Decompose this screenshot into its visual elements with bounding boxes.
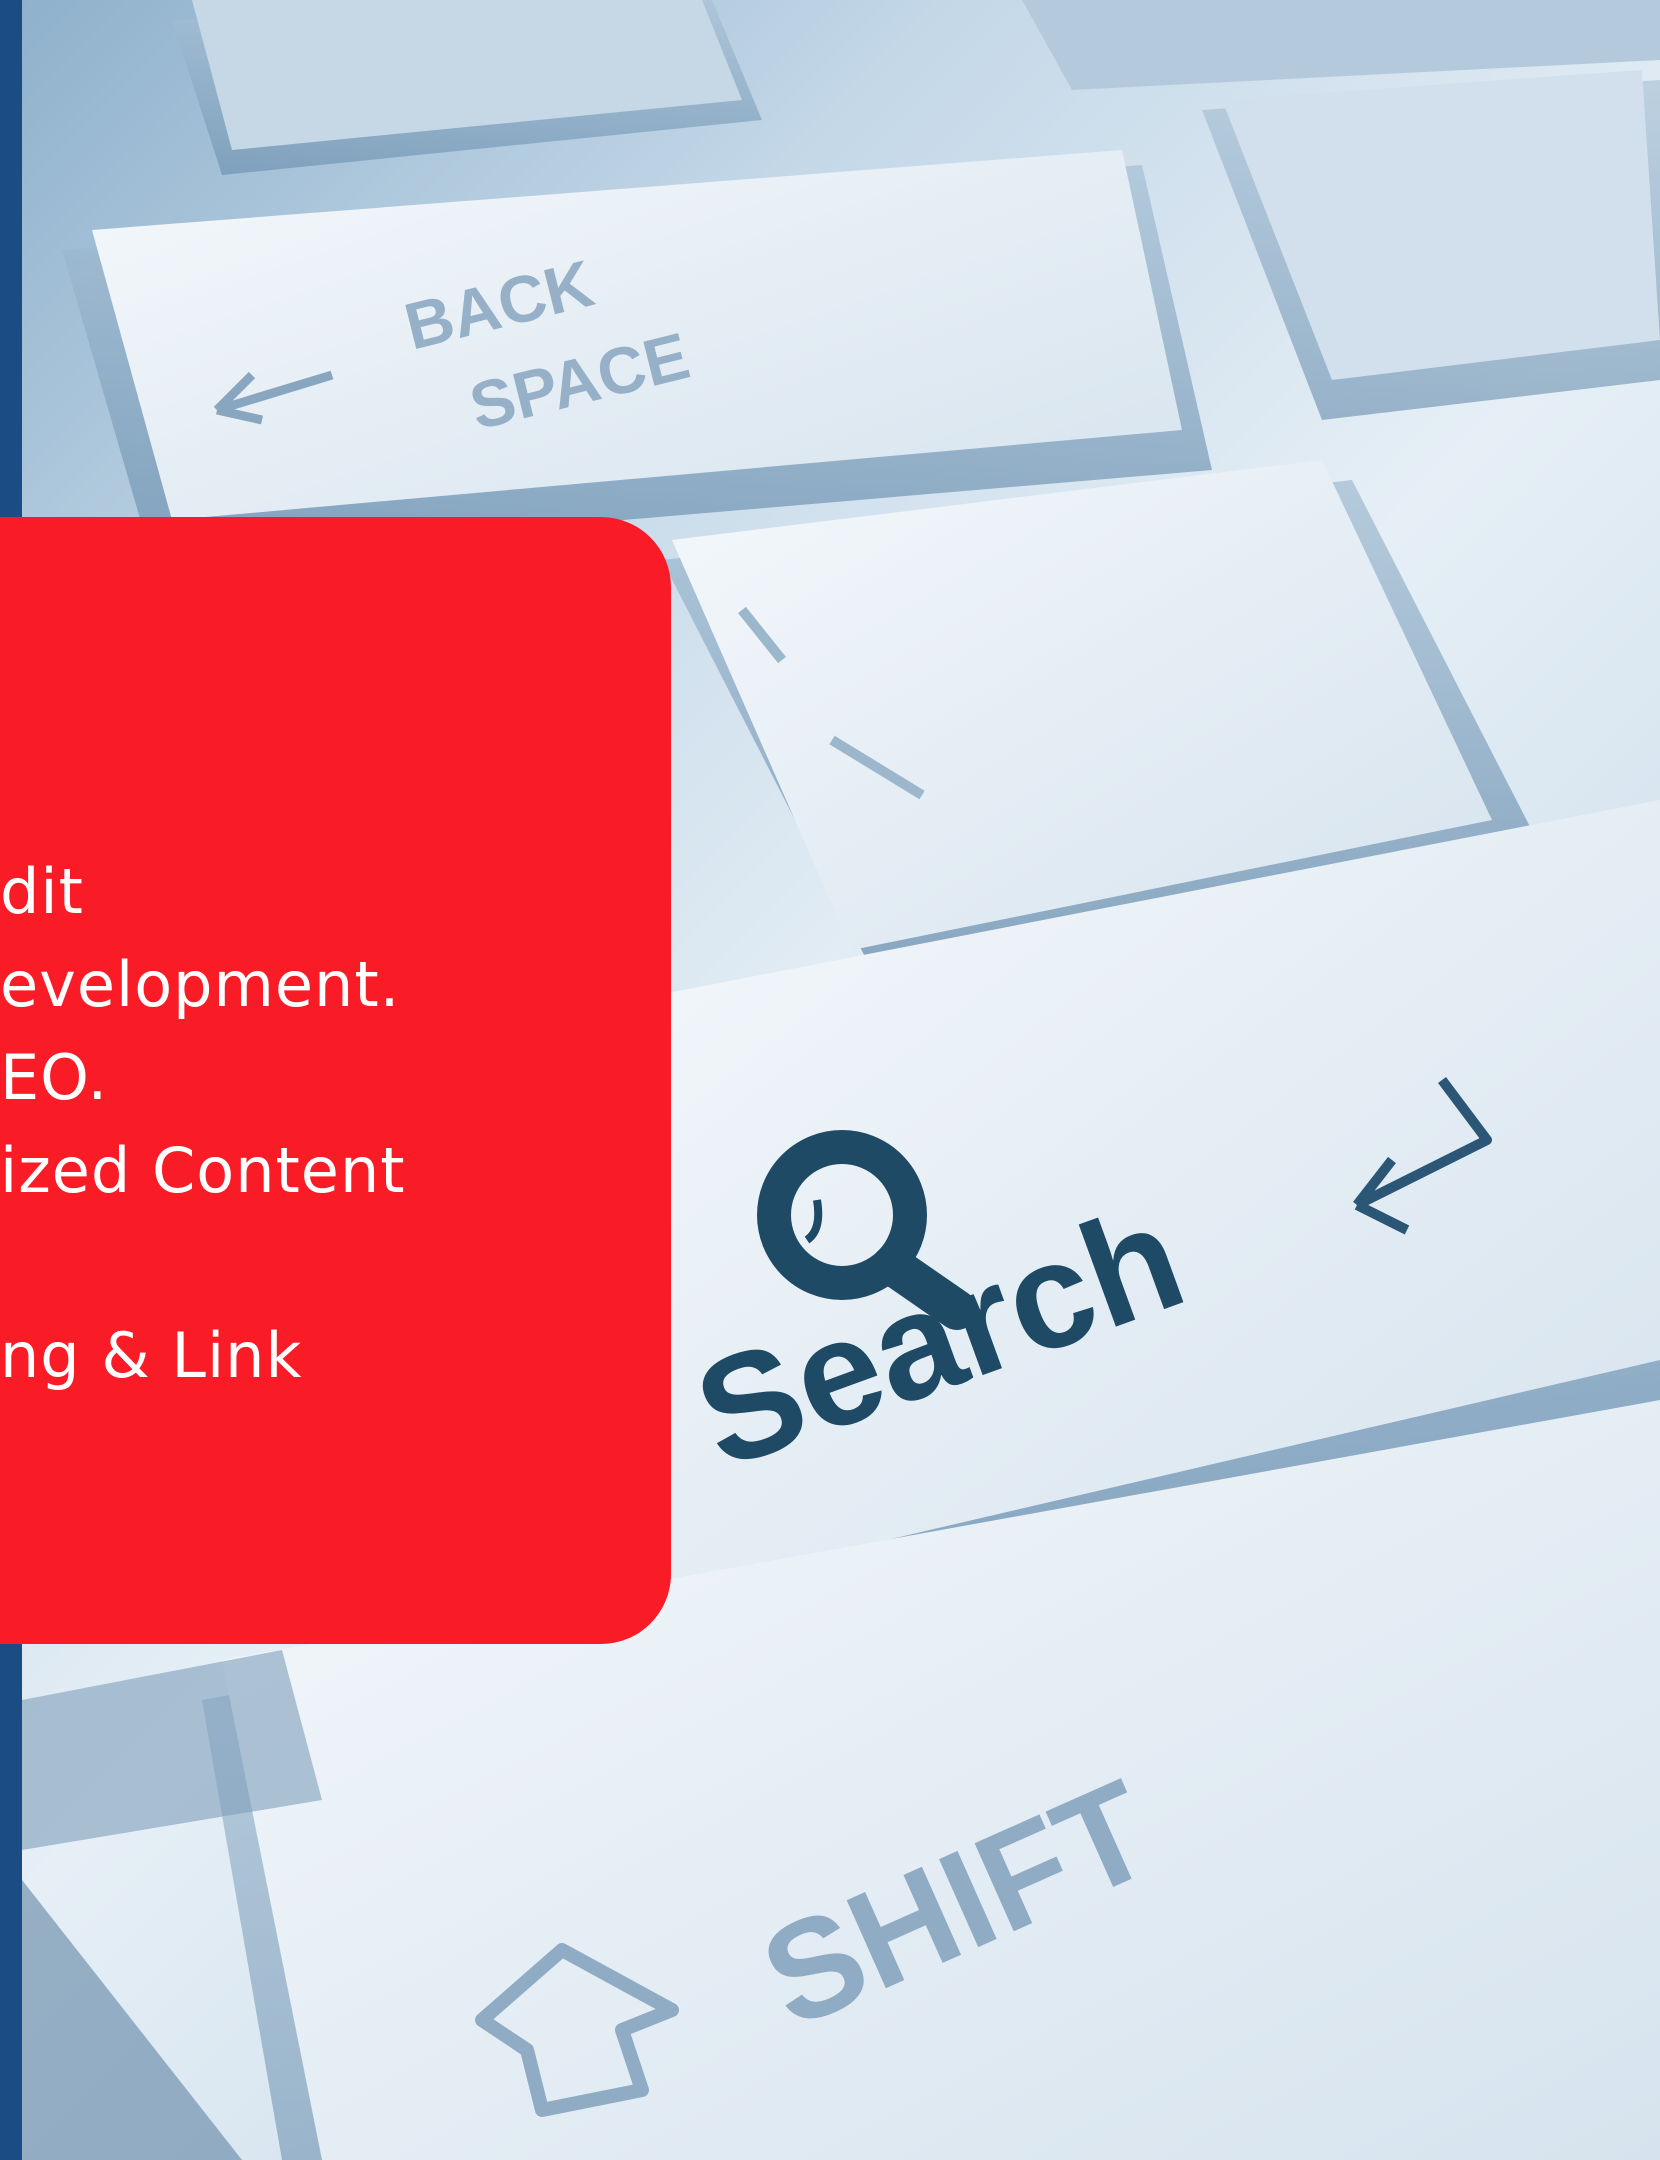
service-line-2: evelopment. xyxy=(0,948,401,1021)
service-line-4: ized Content xyxy=(0,1134,406,1207)
service-line-5: ng & Link xyxy=(0,1319,303,1392)
service-line-3: EO. xyxy=(0,1041,109,1114)
service-line-1: dit xyxy=(0,855,84,928)
services-panel: dit evelopment. EO. ized Content ng & Li… xyxy=(0,517,671,1644)
